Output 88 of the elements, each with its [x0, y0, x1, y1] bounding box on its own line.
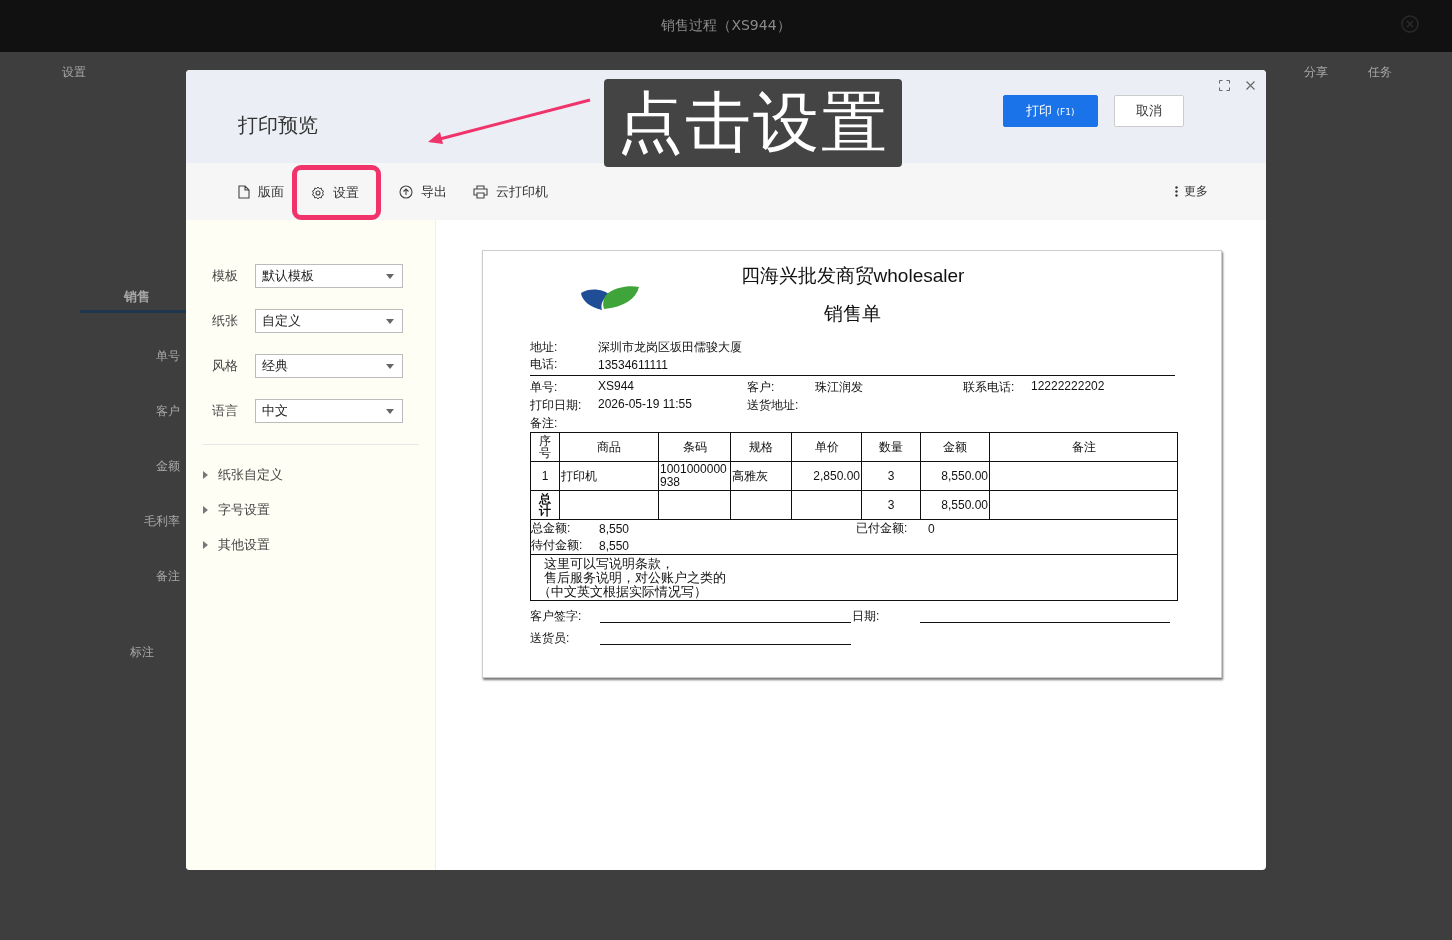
summary-label: 已付金额: — [856, 520, 909, 537]
close-icon[interactable] — [1246, 81, 1255, 90]
annotation-label: 点击设置 — [604, 79, 902, 167]
company-name: 四海兴批发商贸wholesaler — [740, 264, 965, 288]
toolbar-button[interactable]: 版面 — [238, 176, 292, 207]
column-header: 规格 — [730, 432, 792, 462]
section-toggle[interactable]: 纸张自定义 — [202, 457, 419, 492]
settings-button[interactable]: 设置 — [62, 63, 86, 81]
info-label: 电话: — [530, 356, 559, 373]
setting-label: 纸张 — [211, 312, 239, 330]
field-label: 毛利率 — [144, 513, 181, 530]
summary-label: 总金额: — [531, 520, 572, 537]
signature-label: 客户签字: — [530, 608, 583, 625]
signature-label: 日期: — [852, 608, 881, 625]
dialog-title: 打印预览 — [238, 112, 318, 139]
info-label: 单号: — [530, 378, 559, 396]
caret-icon — [386, 273, 394, 279]
toolbar-button[interactable]: 导出 — [399, 176, 455, 207]
logo-icon — [580, 283, 640, 311]
info-label: 客户: — [747, 378, 776, 396]
info-label: 地址: — [530, 339, 559, 356]
select-field[interactable]: 经典 — [255, 354, 403, 378]
table-cell: 总计 — [530, 490, 560, 520]
more-button[interactable]: 更多 — [1169, 182, 1214, 201]
fullscreen-icon[interactable] — [1219, 80, 1230, 91]
more-icon — [1175, 186, 1178, 197]
column-header: 条码 — [658, 432, 731, 462]
caret-icon — [203, 505, 208, 514]
setting-label: 风格 — [211, 357, 239, 375]
summary-label: 待付金额: — [531, 537, 584, 554]
document-title: 销售单 — [823, 302, 882, 326]
column-header: 序号 — [530, 432, 560, 462]
caret-icon — [203, 470, 208, 479]
upload-icon — [399, 184, 413, 199]
info-label: 备注: — [530, 414, 559, 432]
table-cell: 打印机 — [559, 461, 659, 491]
summary-value: 8,550 — [599, 538, 630, 553]
column-header: 金额 — [920, 432, 990, 462]
info-value: 12222222202 — [1031, 378, 1105, 395]
info-value: 13534611111 — [598, 357, 668, 372]
table-cell: 8,550.00 — [920, 490, 990, 520]
cancel-button[interactable]: 取消 — [1114, 94, 1184, 127]
section-toggle[interactable]: 其他设置 — [202, 527, 419, 562]
summary-value: 8,550 — [599, 521, 630, 536]
document-icon — [238, 184, 250, 199]
info-value: 珠江润发 — [815, 378, 863, 396]
table-cell: 2,850.00 — [791, 461, 862, 491]
printer-icon — [473, 184, 488, 199]
info-label: 送货地址: — [747, 396, 800, 414]
table-cell: 8,550.00 — [920, 461, 990, 491]
table-cell: 3 — [861, 461, 921, 491]
info-value: XS944 — [598, 378, 635, 395]
table-cell: 1001000000938 — [658, 461, 731, 491]
select-field[interactable]: 中文 — [255, 399, 403, 423]
toolbar-button[interactable]: 任务 — [1368, 63, 1392, 81]
select-field[interactable]: 自定义 — [255, 309, 403, 333]
toolbar-button[interactable]: 分享 — [1304, 63, 1328, 81]
field-label: 客户 — [156, 403, 181, 420]
field-label: 备注 — [156, 568, 181, 585]
table-cell: 3 — [861, 490, 921, 520]
table-cell: 高雅灰 — [730, 461, 792, 491]
field-label: 单号 — [156, 348, 181, 365]
caret-icon — [386, 363, 394, 369]
caret-icon — [386, 408, 394, 414]
column-header: 单价 — [791, 432, 862, 462]
field-label: 金额 — [156, 458, 181, 475]
caret-icon — [203, 540, 208, 549]
column-header: 商品 — [559, 432, 659, 462]
table-cell: 1 — [530, 461, 560, 491]
setting-label: 模板 — [211, 267, 239, 285]
caret-icon — [386, 318, 394, 324]
toolbar-button[interactable]: 云打印机 — [473, 176, 556, 207]
section-toggle[interactable]: 字号设置 — [202, 492, 419, 527]
print-button[interactable]: 打印 (F1) — [1003, 94, 1098, 127]
summary-value: 0 — [928, 521, 935, 536]
notes-text: 这里可以写说明条款， 售后服务说明，对公账户之类的 （中文英文根据实际情况写） — [530, 554, 1178, 601]
select-field[interactable]: 默认模板 — [255, 264, 403, 288]
info-label: 打印日期: — [530, 396, 583, 414]
info-value: 深圳市龙岗区坂田儒骏大厦 — [598, 339, 742, 356]
settings-icon — [311, 185, 325, 200]
column-header: 备注 — [989, 432, 1178, 462]
window-title: 销售过程（XS944） — [661, 17, 791, 35]
signature-label: 送货员: — [530, 630, 571, 647]
column-header: 标注 — [130, 644, 154, 661]
column-header: 数量 — [861, 432, 921, 462]
info-value: 2026-05-19 11:55 — [598, 396, 692, 413]
info-label: 联系电话: — [963, 378, 1016, 396]
setting-label: 语言 — [211, 402, 239, 420]
